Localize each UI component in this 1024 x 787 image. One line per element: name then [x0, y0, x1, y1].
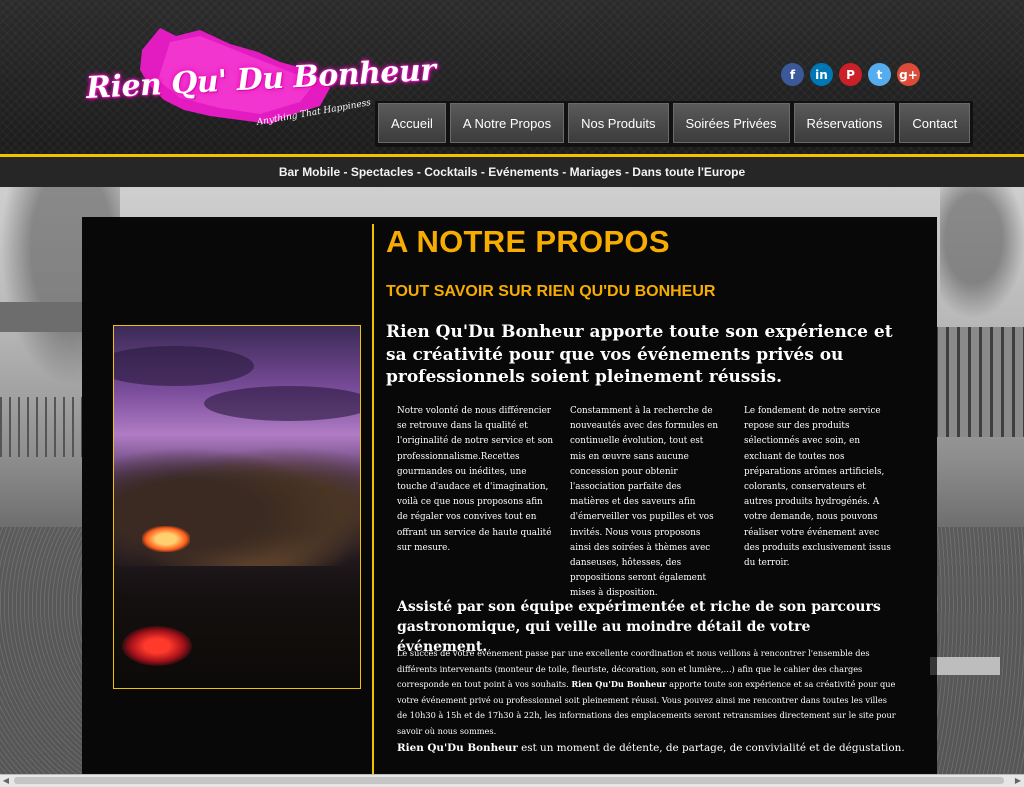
fence-left [0, 397, 85, 457]
nav-accueil[interactable]: Accueil [378, 103, 446, 143]
truck-step [930, 657, 1000, 675]
nav-soirees-privees[interactable]: Soirées Privées [672, 103, 790, 143]
body-brand: Rien Qu'Du Bonheur [571, 679, 667, 690]
services-tagline: Bar Mobile - Spectacles - Cocktails - Ev… [0, 157, 1024, 187]
text-column-1: Notre volonté de nous différencier se re… [397, 406, 554, 553]
photo-cloud [114, 346, 254, 386]
page-subtitle: TOUT SAVOIR SUR RIEN QU'DU BONHEUR [386, 283, 716, 300]
lead-paragraph: Rien Qu'Du Bonheur apporte toute son exp… [386, 321, 906, 389]
nav-a-notre-propos[interactable]: A Notre Propos [449, 103, 565, 143]
site-header: Rien Qu' Du Bonheur Anything That Happin… [0, 0, 1024, 155]
photo-cloud [204, 386, 360, 421]
nav-reservations[interactable]: Réservations [793, 103, 896, 143]
tree-right [940, 187, 1024, 317]
facebook-icon[interactable]: f [781, 63, 804, 86]
twitter-icon[interactable]: t [868, 63, 891, 86]
linkedin-icon[interactable]: in [810, 63, 833, 86]
scroll-right-icon[interactable]: ▶ [1012, 775, 1024, 787]
closing-line: Rien Qu'Du Bonheur est un moment de déte… [397, 742, 907, 754]
closing-text: est un moment de détente, de partage, de… [517, 742, 905, 754]
photo-light [122, 626, 192, 666]
googleplus-icon[interactable]: g+ [897, 63, 920, 86]
text-column-3: Le fondement de notre service repose sur… [744, 406, 891, 569]
closing-brand: Rien Qu'Du Bonheur [397, 742, 518, 754]
social-links: f in P t g+ [781, 63, 920, 86]
body-paragraph: Le succès de votre événement passe par u… [397, 646, 897, 740]
text-column-2: Constamment à la recherche de nouveautés… [570, 406, 719, 599]
horizontal-scrollbar[interactable]: ◀ ▶ [0, 774, 1024, 787]
scrollbar-thumb[interactable] [14, 777, 1004, 784]
building-roof [0, 302, 85, 332]
scroll-left-icon[interactable]: ◀ [0, 775, 12, 787]
main-nav: Accueil A Notre Propos Nos Produits Soir… [375, 101, 974, 147]
event-photo [113, 325, 361, 689]
nav-contact[interactable]: Contact [899, 103, 971, 143]
page-title: A NOTRE PROPOS [386, 224, 670, 259]
content-divider [372, 224, 374, 786]
fence-right [935, 327, 1024, 437]
photo-light [142, 526, 190, 552]
pinterest-icon[interactable]: P [839, 63, 862, 86]
lead-brand: Rien Qu'Du Bonheur [386, 322, 584, 342]
site-logo[interactable]: Rien Qu' Du Bonheur Anything That Happin… [80, 22, 436, 132]
nav-nos-produits[interactable]: Nos Produits [568, 103, 669, 143]
